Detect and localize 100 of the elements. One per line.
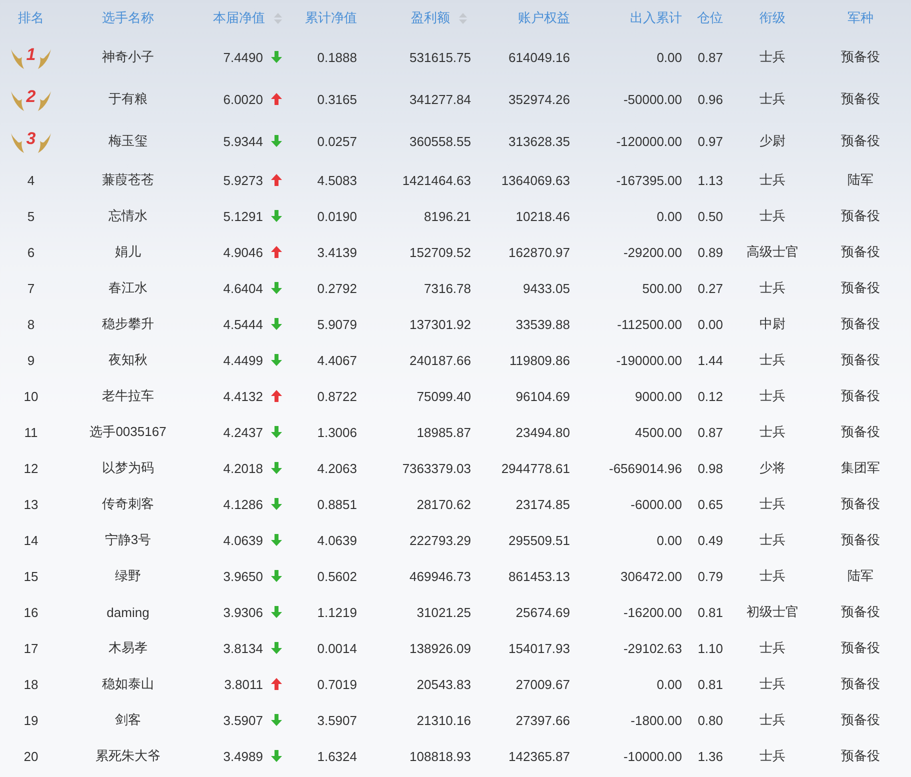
column-header[interactable]: 盈利额 — [411, 9, 467, 27]
player-name: 夜知秋 — [108, 351, 148, 369]
rank-title: 士兵 — [760, 279, 786, 297]
account-equity: 352974.26 — [508, 92, 570, 106]
net-flow: -120000.00 — [616, 134, 682, 148]
position-ratio: 0.81 — [698, 676, 723, 692]
service-branch: 预备役 — [841, 207, 880, 225]
profit-amount: 531615.75 — [410, 50, 471, 64]
sort-icon[interactable] — [459, 12, 467, 24]
service-branch: 陆军 — [848, 567, 874, 585]
service-branch: 预备役 — [841, 132, 880, 150]
account-equity: 23494.80 — [516, 424, 570, 440]
net-flow: -1800.00 — [630, 712, 682, 728]
sort-icon[interactable] — [274, 12, 282, 24]
cumulative-nav: 0.5602 — [317, 568, 357, 584]
current-nav: 4.6404 — [223, 280, 263, 296]
rank-title: 士兵 — [760, 639, 786, 657]
service-branch: 预备役 — [841, 675, 880, 693]
service-branch: 预备役 — [841, 279, 880, 297]
current-nav: 4.4499 — [223, 352, 263, 368]
net-flow: 0.00 — [656, 50, 682, 64]
rank-title: 中尉 — [760, 315, 786, 333]
net-flow: -112500.00 — [617, 316, 682, 332]
player-name: 老牛拉车 — [102, 387, 154, 405]
rank-title: 初级士官 — [746, 603, 798, 621]
current-nav: 4.4132 — [223, 388, 263, 404]
cumulative-nav: 0.0190 — [317, 208, 357, 224]
current-nav: 4.9046 — [223, 244, 263, 260]
net-flow: -6569014.96 — [608, 460, 682, 476]
net-flow: 306472.00 — [620, 568, 682, 584]
rank-number: 4 — [27, 172, 35, 188]
rank-number: 7 — [27, 280, 35, 296]
player-name: 木易孝 — [108, 639, 148, 657]
rank-number: 8 — [27, 316, 35, 332]
rank-number: 9 — [27, 352, 35, 368]
service-branch: 陆军 — [848, 171, 874, 189]
profit-amount: 240187.66 — [410, 352, 471, 368]
cumulative-nav: 1.6324 — [317, 748, 357, 764]
player-name: 春江水 — [108, 279, 148, 297]
player-name: 绿野 — [115, 567, 141, 585]
service-branch: 集团军 — [841, 459, 880, 477]
profit-amount: 18985.87 — [416, 424, 471, 440]
position-ratio: 0.50 — [698, 208, 723, 224]
account-equity: 27009.67 — [516, 676, 570, 692]
rank-number: 14 — [24, 532, 38, 548]
current-nav: 5.1291 — [223, 208, 263, 224]
cumulative-nav: 4.5083 — [317, 172, 357, 188]
account-equity: 96104.69 — [516, 388, 570, 404]
position-ratio: 0.79 — [698, 568, 723, 584]
net-flow: -16200.00 — [623, 604, 682, 620]
profit-amount: 152709.52 — [410, 244, 471, 260]
cumulative-nav: 0.0257 — [317, 134, 357, 148]
profit-amount: 360558.55 — [410, 134, 471, 148]
profit-amount: 222793.29 — [410, 532, 471, 548]
wing-icon — [38, 133, 51, 153]
cumulative-nav: 3.5907 — [317, 712, 357, 728]
rank-title: 士兵 — [760, 423, 786, 441]
rank-title: 高级士官 — [746, 243, 798, 261]
profit-amount: 1421464.63 — [402, 172, 471, 188]
cumulative-nav: 3.4139 — [317, 244, 357, 260]
player-name: 梅玉玺 — [108, 132, 148, 150]
net-flow: -10000.00 — [623, 748, 682, 764]
position-ratio: 0.89 — [698, 244, 723, 260]
current-nav: 7.4490 — [223, 50, 263, 64]
player-name: 以梦为码 — [102, 459, 154, 477]
account-equity: 1364069.63 — [501, 172, 570, 188]
profit-amount: 7363379.03 — [402, 460, 471, 476]
rank-title: 士兵 — [760, 531, 786, 549]
cumulative-nav: 0.2792 — [317, 280, 357, 296]
service-branch: 预备役 — [841, 387, 880, 405]
profit-amount: 108818.93 — [410, 748, 471, 764]
rank-number: 5 — [27, 208, 35, 224]
position-ratio: 0.87 — [698, 424, 723, 440]
player-name: 稳如泰山 — [102, 675, 154, 693]
service-branch: 预备役 — [841, 423, 880, 441]
current-nav: 4.2437 — [223, 424, 263, 440]
column-header[interactable]: 本届净值 — [213, 9, 282, 27]
service-branch: 预备役 — [841, 48, 880, 66]
current-nav: 3.9650 — [223, 568, 263, 584]
cumulative-nav: 1.1219 — [317, 604, 357, 620]
net-flow: -167395.00 — [616, 172, 682, 188]
column-header: 选手名称 — [102, 9, 154, 27]
rank-title: 士兵 — [760, 207, 786, 225]
net-flow: -190000.00 — [616, 352, 682, 368]
player-name: 神奇小子 — [102, 48, 154, 66]
rank-number: 13 — [24, 496, 38, 512]
position-ratio: 0.98 — [698, 460, 723, 476]
rank-title: 士兵 — [760, 171, 786, 189]
rank-title: 士兵 — [760, 675, 786, 693]
service-branch: 预备役 — [841, 243, 880, 261]
profit-amount: 75099.40 — [416, 388, 471, 404]
profit-amount: 137301.92 — [410, 316, 471, 332]
cumulative-nav: 4.0639 — [317, 532, 357, 548]
rank-number: 20 — [24, 748, 38, 764]
cumulative-nav: 0.7019 — [317, 676, 357, 692]
column-header: 累计净值 — [305, 9, 357, 27]
column-header: 账户权益 — [518, 9, 570, 27]
rank-number: 3 — [26, 129, 36, 149]
player-name: 于有粮 — [108, 90, 148, 108]
position-ratio: 0.65 — [698, 496, 723, 512]
